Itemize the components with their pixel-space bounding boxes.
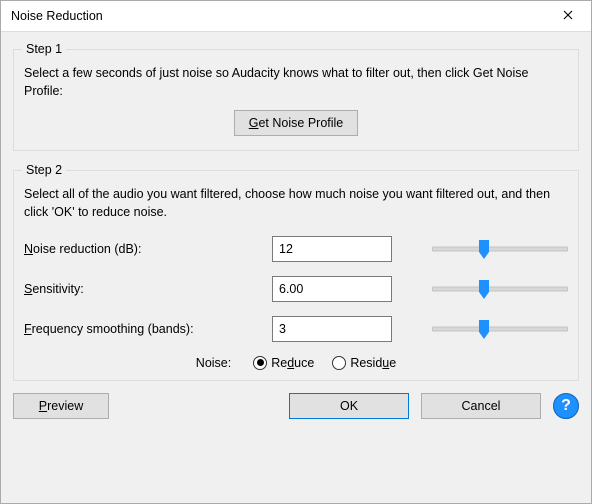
window-title: Noise Reduction bbox=[11, 9, 103, 23]
noise-mode-row: Noise: Reduce Residue bbox=[24, 356, 568, 370]
noise-mode-lead: Noise: bbox=[196, 356, 231, 370]
close-button[interactable] bbox=[545, 1, 591, 32]
radio-unchecked-icon bbox=[332, 356, 346, 370]
noise-reduction-slider[interactable] bbox=[432, 238, 568, 260]
slider-thumb-icon bbox=[477, 278, 491, 300]
help-icon: ? bbox=[561, 397, 571, 415]
step2-legend: Step 2 bbox=[22, 163, 66, 177]
help-button[interactable]: ? bbox=[553, 393, 579, 419]
cancel-button[interactable]: Cancel bbox=[421, 393, 541, 419]
sensitivity-input[interactable] bbox=[272, 276, 392, 302]
freq-smoothing-slider[interactable] bbox=[432, 318, 568, 340]
step1-instructions: Select a few seconds of just noise so Au… bbox=[24, 64, 568, 100]
sensitivity-slider[interactable] bbox=[432, 278, 568, 300]
step1-group: Step 1 Select a few seconds of just nois… bbox=[13, 42, 579, 151]
sensitivity-label: Sensitivity: bbox=[24, 282, 272, 296]
get-noise-profile-button[interactable]: Get Noise Profile bbox=[234, 110, 359, 136]
step1-legend: Step 1 bbox=[22, 42, 66, 56]
freq-smoothing-input[interactable] bbox=[272, 316, 392, 342]
step2-instructions: Select all of the audio you want filtere… bbox=[24, 185, 568, 221]
dialog-footer: Preview OK Cancel ? bbox=[13, 393, 579, 419]
noise-mode-residue[interactable]: Residue bbox=[332, 356, 396, 370]
step2-group: Step 2 Select all of the audio you want … bbox=[13, 163, 579, 380]
title-bar: Noise Reduction bbox=[1, 1, 591, 32]
client-area: Step 1 Select a few seconds of just nois… bbox=[1, 32, 591, 503]
slider-thumb-icon bbox=[477, 318, 491, 340]
close-icon bbox=[563, 9, 573, 23]
ok-button[interactable]: OK bbox=[289, 393, 409, 419]
noise-mode-reduce[interactable]: Reduce bbox=[253, 356, 314, 370]
freq-smoothing-label: Frequency smoothing (bands): bbox=[24, 322, 272, 336]
radio-checked-icon bbox=[253, 356, 267, 370]
sensitivity-row: Sensitivity: bbox=[24, 276, 568, 302]
noise-reduction-input[interactable] bbox=[272, 236, 392, 262]
slider-thumb-icon bbox=[477, 238, 491, 260]
preview-button[interactable]: Preview bbox=[13, 393, 109, 419]
noise-reduction-row: Noise reduction (dB): bbox=[24, 236, 568, 262]
freq-smoothing-row: Frequency smoothing (bands): bbox=[24, 316, 568, 342]
noise-reduction-label: Noise reduction (dB): bbox=[24, 242, 272, 256]
